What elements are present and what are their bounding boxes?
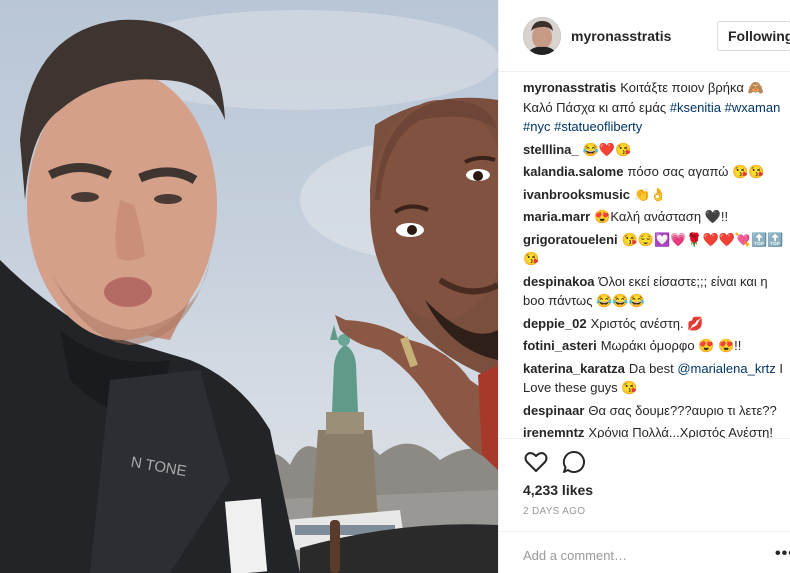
comment-text: Χρόνια Πολλά...Χριστός Ανέστη! [588,425,773,438]
comment-username[interactable]: irenemntz [523,425,584,438]
post-photo[interactable]: N TONE [0,0,498,573]
comment-username[interactable]: stelllina_ [523,142,579,157]
more-options-button[interactable]: ••• [775,545,790,563]
comment-username[interactable]: fotini_asteri [523,338,597,353]
list-item: kalandia.salome πόσο σας αγαπώ 😘😘 [523,162,785,182]
comment-username[interactable]: katerina_karatza [523,361,625,376]
comment-username[interactable]: despinaar [523,403,584,418]
list-item: fotini_asteri Μωράκι όμορφο 😍 😍!! [523,336,785,356]
list-item: ivanbrooksmusic 👏👌 [523,185,785,205]
comment-text: 👏👌 [633,186,667,202]
post-header: myronasstratis Following [499,0,790,72]
likes-count[interactable]: 4,233 likes [523,482,593,498]
list-item: maria.marr 😍Καλή ανάσταση 🖤!! [523,207,785,227]
comment-icon[interactable] [561,449,587,475]
comment-text: Da best [628,360,678,376]
comment-text: πόσο σας αγαπώ 😘😘 [627,164,765,179]
list-item: irenemntz Χρόνια Πολλά...Χριστός Ανέστη! [523,423,785,438]
caption: myronasstratis Κοιτάξτε ποιον βρήκα 🙈 Καλ… [523,78,785,137]
list-item: stelllina_ 😂❤️😘 [523,140,785,160]
comment-username[interactable]: kalandia.salome [523,164,623,179]
hashtag[interactable]: #nyc [523,119,550,134]
list-item: katerina_karatza Da best @marialena_krtz … [523,359,785,398]
comment-text: 😂❤️😘 [582,141,632,157]
post-date: 2 DAYS AGO [523,506,586,517]
header-username[interactable]: myronasstratis [571,28,671,44]
list-item: deppie_02 Χριστός ανέστη. 💋 [523,314,785,334]
comment-username[interactable]: maria.marr [523,209,590,224]
comment-username[interactable]: ivanbrooksmusic [523,187,630,202]
heart-icon[interactable] [523,449,549,475]
comment-text: Χριστός ανέστη. 💋 [590,315,704,331]
avatar[interactable] [523,17,561,55]
hashtag[interactable]: #statueofliberty [554,119,642,134]
comment-text: Μωράκι όμορφο 😍 😍!! [600,338,742,353]
mention-link[interactable]: @marialena_krtz [677,361,775,376]
list-item: grigoratoueleni 😘😌💟💗🌹❤️❤️💘🔝🔝😘 [523,230,785,269]
list-item: despinakoa Όλοι εκεί είσαστε;;; είναι και… [523,272,785,311]
comment-text: Θα σας δουμε???αυριο τι λετε?? [588,402,777,418]
list-item: despinaar Θα σας δουμε???αυριο τι λετε?? [523,401,785,421]
comments-list: myronasstratis Κοιτάξτε ποιον βρήκα 🙈 Καλ… [523,78,785,438]
comment-input[interactable] [523,545,753,565]
avatar-image [523,17,561,55]
add-comment-bar: ••• [499,531,790,573]
hashtag[interactable]: #ksenitia [670,100,721,115]
hashtag[interactable]: #wxaman [725,100,781,115]
comment-username[interactable]: deppie_02 [523,316,587,331]
post-actions: 4,233 likes 2 DAYS AGO ••• [499,438,790,573]
following-button[interactable]: Following [717,21,790,51]
caption-username[interactable]: myronasstratis [523,80,616,95]
comment-text: 😍Καλή ανάσταση 🖤!! [594,209,729,224]
comment-username[interactable]: despinakoa [523,274,595,289]
comment-username[interactable]: grigoratoueleni [523,232,618,247]
selfie-illustration: N TONE [0,10,498,573]
post-side-panel: myronasstratis Following myronasstratis Κ… [498,0,790,573]
